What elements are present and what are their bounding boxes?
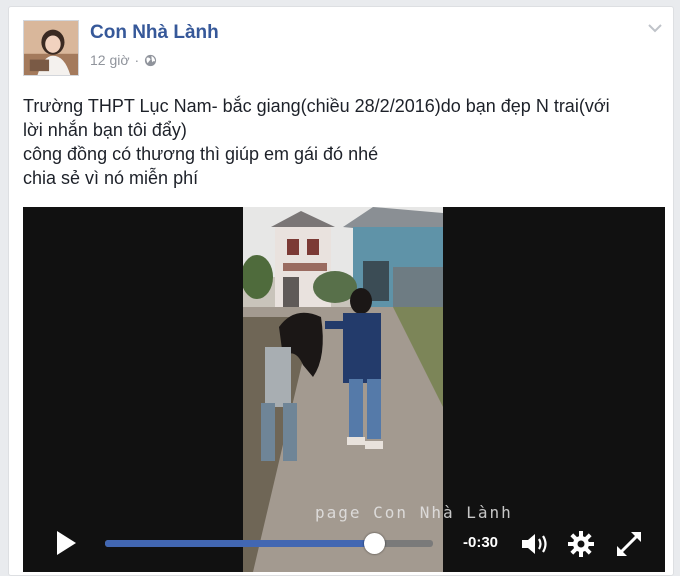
avatar-image bbox=[24, 21, 78, 75]
globe-icon[interactable] bbox=[144, 54, 157, 67]
post-text-line: lời nhắn bạn tôi đẩy) bbox=[23, 120, 187, 140]
meta-separator: · bbox=[134, 52, 140, 68]
post-meta: 12 giờ · bbox=[90, 52, 157, 68]
time-remaining: -0:30 bbox=[463, 534, 499, 551]
volume-icon[interactable] bbox=[520, 532, 550, 556]
progress-thumb[interactable] bbox=[363, 533, 385, 554]
post-text-line: Trường THPT Lục Nam- bắc giang(chiều 28/… bbox=[23, 96, 610, 116]
gear-icon[interactable] bbox=[567, 530, 595, 558]
video-player[interactable]: page Con Nhà Lành -0:30 bbox=[23, 207, 665, 572]
facebook-post-card: Con Nhà Lành 12 giờ · Trường THPT Lục Na… bbox=[8, 6, 674, 576]
play-icon[interactable] bbox=[55, 530, 77, 556]
fullscreen-icon[interactable] bbox=[615, 530, 643, 558]
video-controls: -0:30 bbox=[23, 516, 665, 572]
progress-fill bbox=[105, 540, 374, 547]
progress-bar[interactable] bbox=[105, 533, 433, 554]
post-timestamp[interactable]: 12 giờ bbox=[90, 52, 130, 68]
post-text-line: công đồng có thương thì giúp em gái đó n… bbox=[23, 144, 379, 164]
author-name-link[interactable]: Con Nhà Lành bbox=[90, 22, 219, 44]
chevron-down-icon[interactable] bbox=[647, 21, 663, 33]
author-avatar[interactable] bbox=[23, 20, 79, 76]
post-text-line: chia sẻ vì nó miễn phí bbox=[23, 168, 199, 188]
post-text: Trường THPT Lục Nam- bắc giang(chiều 28/… bbox=[23, 94, 663, 190]
